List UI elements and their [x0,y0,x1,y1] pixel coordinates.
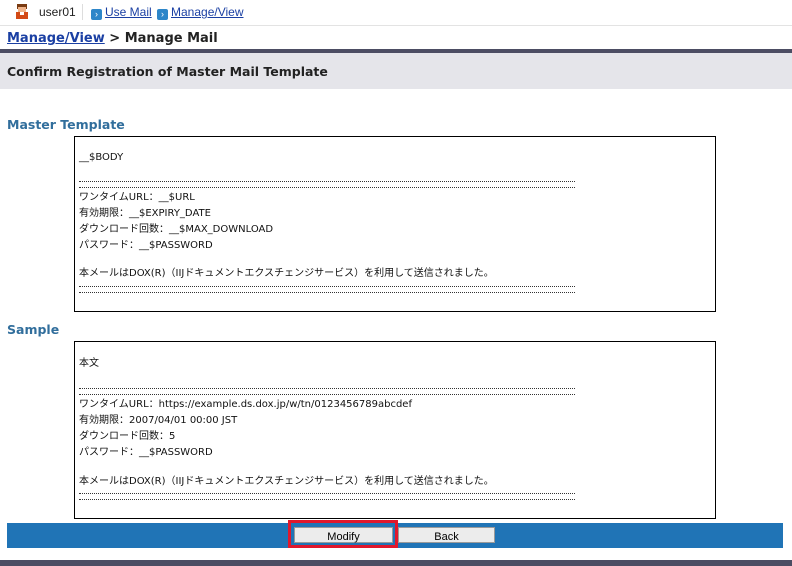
template-line: 本メールはDOX(R)（IIJドキュメントエクスチェンジサービス）を利用して送信… [79,268,494,279]
sample-line: ダウンロード回数：5 [79,431,176,442]
modify-highlight [288,520,398,548]
template-line: ダウンロード回数：__$MAX_DOWNLOAD [79,224,274,235]
breadcrumb-separator: > [109,31,121,46]
manage-view-link[interactable]: › Manage/View [157,5,244,20]
breadcrumb: Manage/View > Manage Mail [7,31,218,46]
title-bar: Confirm Registration of Master Mail Temp… [0,53,792,89]
top-bar: user01 › Use Mail › Manage/View [0,0,792,26]
sample-line: 本メールはDOX(R)（IIJドキュメントエクスチェンジサービス）を利用して送信… [79,476,494,487]
page-title: Confirm Registration of Master Mail Temp… [7,64,328,79]
sample-box: 本文 ワンタイムURL：https://example.ds.dox.jp/w/… [74,341,716,519]
separator-line [79,493,575,500]
separator-line [79,181,575,188]
sample-line: 本文 [79,358,99,369]
template-line: パスワード：__$PASSWORD [79,240,213,251]
separator-line [79,388,575,395]
back-button[interactable]: Back [398,527,495,543]
divider [82,4,83,20]
template-line: ワンタイムURL：__$URL [79,192,195,203]
use-mail-link[interactable]: › Use Mail [91,5,152,20]
arrow-right-icon: › [91,9,102,20]
sample-label: Sample [7,322,60,337]
master-template-label: Master Template [7,117,125,132]
sample-line: ワンタイムURL：https://example.ds.dox.jp/w/tn/… [79,399,412,410]
user-icon [16,4,28,19]
arrow-right-icon: › [157,9,168,20]
template-line: 有効期限：__$EXPIRY_DATE [79,208,211,219]
bottom-rule [0,560,792,566]
master-template-box: __$BODY ワンタイムURL：__$URL 有効期限：__$EXPIRY_D… [74,136,716,312]
template-line: __$BODY [79,152,124,163]
sample-line: パスワード：__$PASSWORD [79,447,213,458]
sample-line: 有効期限：2007/04/01 00:00 JST [79,415,238,426]
user-name: user01 [39,5,76,19]
breadcrumb-current: Manage Mail [124,31,218,46]
breadcrumb-manage-view-link[interactable]: Manage/View [7,31,105,46]
separator-line [79,286,575,293]
